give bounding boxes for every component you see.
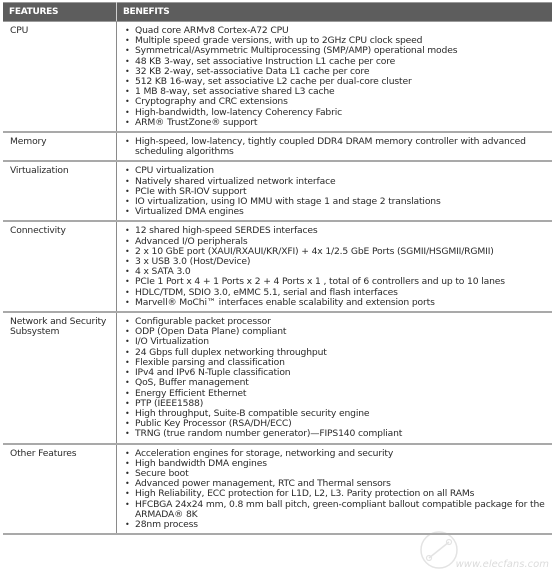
benefits-list: 12 shared high-speed SERDES interfacesAd… <box>123 226 546 309</box>
table-body: CPUQuad core ARMv8 Cortex-A72 CPUMultipl… <box>3 21 552 536</box>
feature-name: CPU <box>3 21 117 134</box>
feature-name: Virtualization <box>3 161 117 223</box>
benefits-cell: 12 shared high-speed SERDES interfacesAd… <box>116 221 552 314</box>
header-features: FEATURES <box>3 2 117 22</box>
benefit-item: High Reliability, ECC protection for L1D… <box>123 489 546 500</box>
table-row: Memory High-speed, low-latency, tightly c… <box>3 132 552 163</box>
benefit-item: Virtualized DMA engines <box>123 207 546 218</box>
benefits-list: Acceleration engines for storage, networ… <box>123 448 546 531</box>
benefits-list: Quad core ARMv8 Cortex-A72 CPUMultiple s… <box>123 25 546 128</box>
header-benefits: BENEFITS <box>116 2 552 22</box>
table-row: VirtualizationCPU virtualizationNatively… <box>3 161 552 223</box>
table-row: Network and Security SubsystemConfigurab… <box>3 312 552 445</box>
benefits-list: CPU virtualizationNatively shared virtua… <box>123 166 546 218</box>
watermark-text: www.elecfans.com <box>455 559 549 570</box>
table-row: Other FeaturesAcceleration engines for s… <box>3 443 552 536</box>
benefits-cell: High-speed, low-latency, tightly coupled… <box>116 132 552 163</box>
features-benefits-table: FEATURES BENEFITS CPUQuad core ARMv8 Cor… <box>3 2 552 536</box>
benefit-item: HFCBGA 24x24 mm, 0.8 mm ball pitch, gree… <box>123 499 546 520</box>
feature-name: Connectivity <box>3 221 117 314</box>
table-row: Connectivity12 shared high-speed SERDES … <box>3 221 552 314</box>
table-header-row: FEATURES BENEFITS <box>3 2 552 22</box>
benefits-cell: Acceleration engines for storage, networ… <box>116 443 552 536</box>
benefits-cell: Configurable packet processorODP (Open D… <box>116 312 552 445</box>
benefit-item: High-speed, low-latency, tightly coupled… <box>123 136 546 157</box>
benefit-item: Marvell® MoChi™ interfaces enable scalab… <box>123 297 546 308</box>
benefit-item: QoS, Buffer management <box>123 378 546 389</box>
watermark: www.elecfans.com <box>415 528 554 576</box>
benefits-list: Configurable packet processorODP (Open D… <box>123 316 546 440</box>
benefit-item: ARM® TrustZone® support <box>123 117 546 128</box>
feature-name: Other Features <box>3 443 117 536</box>
benefit-item: TRNG (true random number generator)—FIPS… <box>123 429 546 440</box>
table-row: CPUQuad core ARMv8 Cortex-A72 CPUMultipl… <box>3 21 552 134</box>
feature-name: Network and Security Subsystem <box>3 312 117 445</box>
benefits-cell: CPU virtualizationNatively shared virtua… <box>116 161 552 223</box>
benefit-item: 28nm process <box>123 519 546 530</box>
benefits-cell: Quad core ARMv8 Cortex-A72 CPUMultiple s… <box>116 21 552 134</box>
benefits-list: High-speed, low-latency, tightly coupled… <box>123 136 546 157</box>
feature-name: Memory <box>3 132 117 163</box>
